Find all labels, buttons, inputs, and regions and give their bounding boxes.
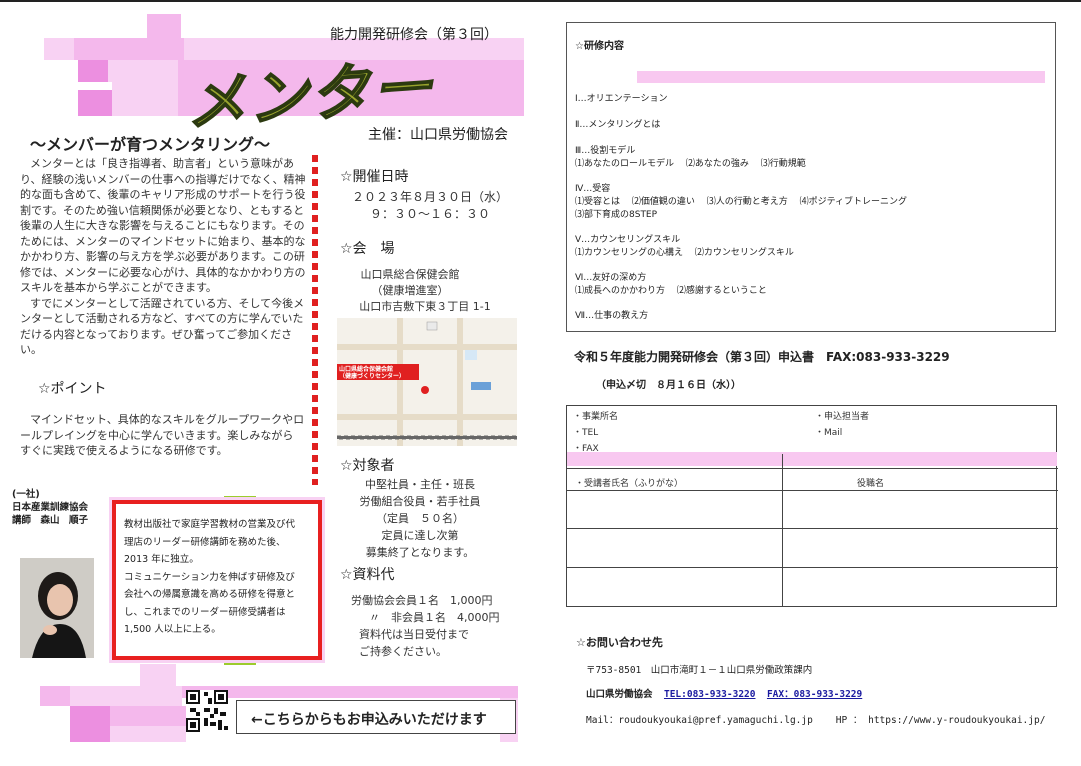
apply-online-label: ←こちらからもお申込みいただけます — [236, 700, 516, 734]
divider-dashed — [312, 155, 318, 485]
form-label-mail: ・Mail — [815, 428, 843, 438]
form-deadline: （申込〆切 ８月１６日（水）） — [596, 380, 741, 391]
point-heading: ☆ポイント — [38, 381, 107, 397]
venue-address: 山口市吉敷下東３丁目 1-1 — [359, 300, 491, 313]
schedule-date: ２０２３年８月３０日（水） — [351, 190, 508, 204]
venue-map: 山口県総合保健会館 （健康づくりセンター） — [337, 318, 517, 446]
point-text: マインドセット、具体的なスキルをグループワークやロ ールプレイングを中心に学んで… — [20, 413, 305, 457]
contact-mail[interactable]: Mail：roudoukyoukai@pref.yamaguchi.lg.jp — [586, 715, 813, 726]
target-list: 中堅社員・主任・班長 労働組合役員・若手社員 （定員 ５０名） 定員に達し次第 … — [359, 478, 481, 559]
application-form: ・事業所名 ・TEL ・FAX ・申込担当者 ・Mail ・受講者氏名（ふりがな… — [566, 405, 1058, 607]
contact-web: Mail：roudoukyoukai@pref.yamaguchi.lg.jp … — [586, 712, 1045, 726]
curriculum-box: ☆研修内容 Ⅰ…オリエンテーション Ⅱ…メンタリングとは Ⅲ…役割モデル ⑴あな… — [566, 22, 1056, 332]
form-label-contact: ・申込担当者 — [815, 412, 870, 422]
schedule-heading: ☆開催日時 — [340, 169, 409, 185]
form-label-company: ・事業所名 — [573, 412, 619, 422]
tagline: ～メンバーが育つメンタリング～ — [30, 135, 271, 154]
curriculum-items: Ⅰ…オリエンテーション Ⅱ…メンタリングとは Ⅲ…役割モデル ⑴あなたのロールモ… — [575, 94, 908, 321]
accent-bar — [224, 660, 256, 665]
venue-heading: ☆会 場 — [340, 241, 395, 257]
map-venue-label: 山口県総合保健会館 （健康づくりセンター） — [339, 366, 406, 380]
contact-address: 〒753-8501 山口市滝町１－１山口県労働政策課内 — [586, 665, 813, 676]
curriculum-title: ☆研修内容 — [575, 41, 624, 52]
contact-fax[interactable]: FAX：083-933-3229 — [767, 689, 862, 700]
form-label-trainee: ・受講者氏名（ふりがな） — [575, 479, 684, 489]
schedule-time: ９：３０～１６：３０ — [369, 207, 490, 221]
top-border — [0, 0, 1081, 2]
form-label-position: 役職名 — [857, 479, 885, 489]
intro-text: メンターとは「良き指導者、助言者」という意味があ り、経験の浅いメンバーの仕事へ… — [20, 157, 306, 356]
contact-hp[interactable]: HP ： https://www.y-roudoukyoukai.jp/ — [836, 715, 1046, 726]
target-heading: ☆対象者 — [340, 458, 395, 474]
form-title: 令和５年度能力開発研修会（第３回）申込書 FAX:083-933-3229 — [574, 350, 950, 364]
contact-line: 山口県労働協会 TEL:083-933-3220 FAX：083-933-322… — [586, 689, 863, 700]
venue-name: 山口県総合保健会館 — [360, 268, 460, 281]
instructor-info: (一社) 日本産業訓練協会 講師 森山 順子 — [12, 489, 89, 526]
instructor-profile-box: 教材出版社で家庭学習教材の営業及び代 理店のリーダー研修講師を務めた後、 201… — [109, 497, 325, 663]
fee-list: 労働協会会員１名 1,000円 〃 非会員１名 4,000円 資料代は当日受付ま… — [351, 594, 500, 658]
organizer: 主催：山口県労働協会 — [368, 127, 508, 143]
fee-heading: ☆資料代 — [340, 567, 395, 583]
instructor-photo — [20, 558, 94, 658]
venue-room: （健康増進室） — [371, 284, 449, 297]
qr-code-icon[interactable] — [186, 690, 228, 732]
contact-title: ☆お問い合わせ先 — [576, 636, 663, 649]
contact-tel[interactable]: TEL:083-933-3220 — [664, 689, 756, 700]
form-label-tel: ・TEL — [573, 428, 599, 438]
